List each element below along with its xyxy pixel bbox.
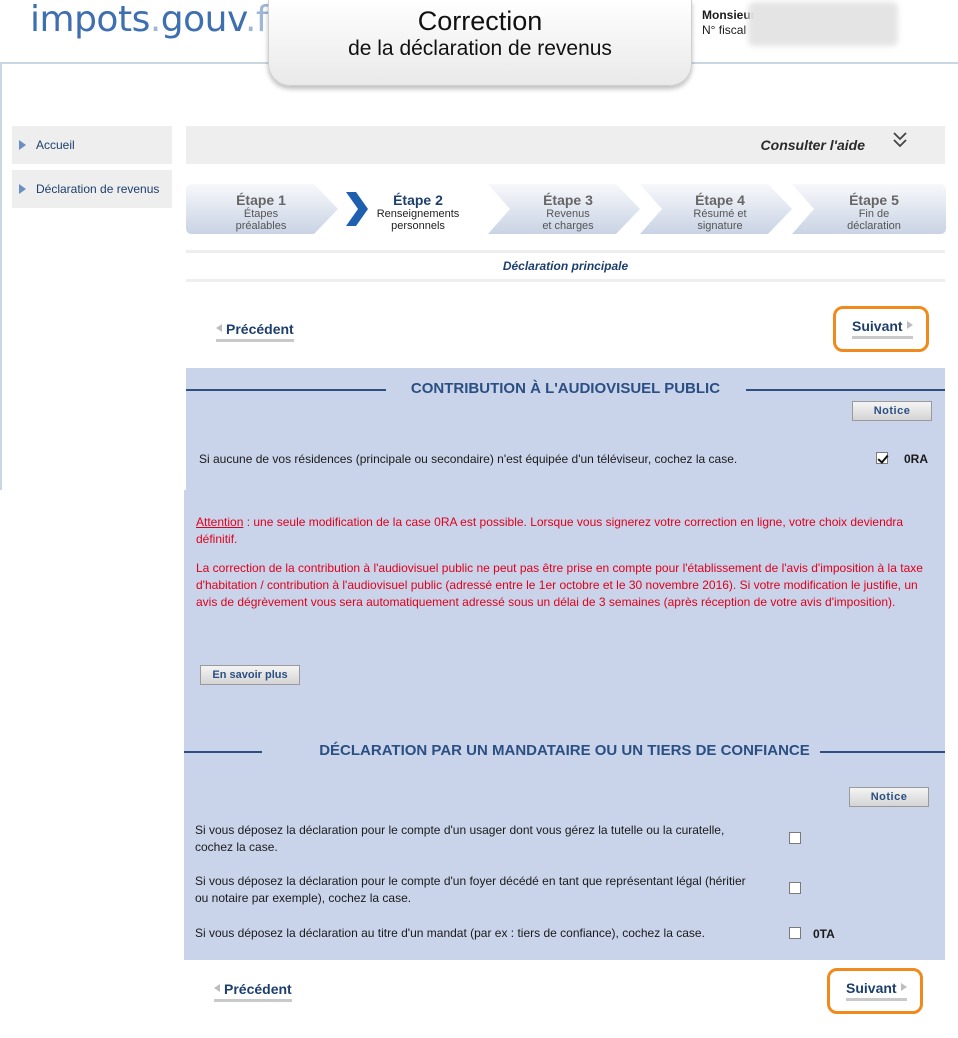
sidebar-item-label: Déclaration de revenus (36, 182, 160, 196)
arrow-right-icon (19, 184, 26, 194)
site-logo[interactable]: impots.gouv.fr (30, 0, 283, 40)
attention-note: Attention : une seule modification de la… (196, 515, 904, 546)
previous-button-bottom[interactable]: Précédent (214, 981, 292, 1002)
sidebar-item-label: Accueil (36, 138, 75, 152)
left-border (0, 64, 2, 490)
mandat-checkbox-0ta[interactable] (789, 927, 801, 939)
heritier-checkbox[interactable] (789, 882, 801, 894)
mandataire-header: DÉCLARATION PAR UN MANDATAIRE OU UN TIER… (184, 741, 945, 761)
arrow-left-icon (216, 324, 222, 332)
arrow-right-icon (906, 321, 913, 329)
step-1: Étape 1 Étapes préalables (186, 184, 338, 234)
audiovisuel-header: CONTRIBUTION À L'AUDIOVISUEL PUBLIC (186, 379, 945, 399)
next-button-top[interactable]: Suivant (833, 306, 929, 352)
notice-button-audiovisuel[interactable]: Notice (852, 401, 932, 421)
page-title: Correction de la déclaration de revenus (268, 0, 692, 86)
audiovisuel-section: CONTRIBUTION À L'AUDIOVISUEL PUBLIC Noti… (186, 368, 945, 492)
tv-code: 0RA (904, 452, 929, 466)
previous-button-top[interactable]: Précédent (216, 321, 294, 342)
step-5: Étape 5 Fin de déclaration (792, 184, 946, 234)
arrow-right-icon (19, 140, 26, 150)
arrow-left-icon (214, 984, 220, 992)
page-title-line2: de la déclaration de revenus (348, 37, 612, 60)
tutelle-question: Si vous déposez la déclaration pour le c… (195, 823, 725, 854)
mandat-question: Si vous déposez la déclaration au titre … (195, 926, 705, 940)
audiovisuel-notes: Attention : une seule modification de la… (184, 490, 945, 752)
info-note: La correction de la contribution à l'aud… (196, 561, 923, 609)
audiovisuel-title: CONTRIBUTION À L'AUDIOVISUEL PUBLIC (410, 380, 721, 397)
user-info-redacted (748, 2, 898, 46)
page-title-line1: Correction (417, 6, 543, 36)
step-progress: Étape 1 Étapes préalables Étape 2 Renseigne… (186, 184, 946, 234)
tv-checkbox-0ra[interactable] (876, 452, 888, 464)
help-link[interactable]: Consulter l'aide (761, 137, 865, 153)
tv-question: Si aucune de vos résidences (principale … (199, 452, 738, 466)
notice-button-mandataire[interactable]: Notice (849, 787, 929, 807)
mandataire-title: DÉCLARATION PAR UN MANDATAIRE OU UN TIER… (319, 742, 810, 759)
heritier-question: Si vous déposez la déclaration pour le c… (195, 874, 746, 905)
mandat-code: 0TA (813, 927, 835, 941)
arrow-right-icon (900, 983, 907, 991)
next-button-bottom[interactable]: Suivant (827, 968, 923, 1014)
section-subtitle: Déclaration principale (186, 250, 945, 282)
tutelle-checkbox[interactable] (789, 832, 801, 844)
step-4: Étape 4 Résumé et signature (640, 184, 792, 234)
double-chevron-down-icon[interactable] (891, 130, 909, 157)
sidebar-item-declaration[interactable]: Déclaration de revenus (12, 170, 172, 208)
learn-more-button[interactable]: En savoir plus (200, 665, 300, 685)
step-2-active: Étape 2 Renseignements personnels (338, 184, 488, 234)
help-bar: Consulter l'aide (186, 126, 945, 164)
step-3: Étape 3 Revenus et charges (488, 184, 640, 234)
sidebar-item-accueil[interactable]: Accueil (12, 126, 172, 164)
mandataire-section: DÉCLARATION PAR UN MANDATAIRE OU UN TIER… (184, 738, 945, 960)
